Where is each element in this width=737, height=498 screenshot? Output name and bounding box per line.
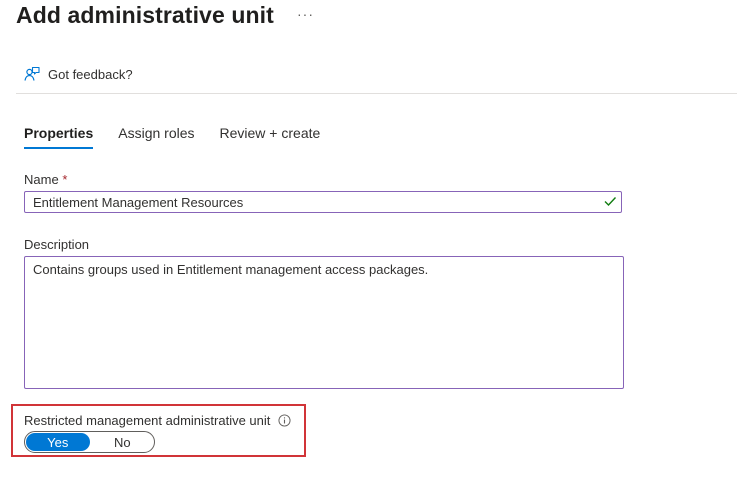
toggle-no-option[interactable]: No xyxy=(91,432,155,452)
restricted-management-toggle[interactable]: Yes No xyxy=(24,431,155,453)
toggle-yes-option[interactable]: Yes xyxy=(26,433,90,451)
description-value: Contains groups used in Entitlement mana… xyxy=(33,262,429,277)
required-mark: * xyxy=(62,172,68,187)
restricted-management-label: Restricted management administrative uni… xyxy=(24,413,291,428)
tab-bar: Properties Assign roles Review + create xyxy=(24,125,345,149)
info-icon[interactable] xyxy=(278,414,291,427)
page-title: Add administrative unit xyxy=(16,2,274,28)
tab-review-create[interactable]: Review + create xyxy=(220,125,321,149)
feedback-button[interactable]: Got feedback? xyxy=(24,66,133,82)
more-options-icon[interactable]: ··· xyxy=(297,6,314,22)
tab-assign-roles[interactable]: Assign roles xyxy=(118,125,194,149)
feedback-person-icon xyxy=(24,66,40,81)
name-input[interactable]: Entitlement Management Resources xyxy=(24,191,622,213)
description-textarea[interactable]: Contains groups used in Entitlement mana… xyxy=(24,256,624,389)
description-label: Description xyxy=(24,237,90,252)
name-input-value: Entitlement Management Resources xyxy=(33,195,244,210)
restricted-label-text: Restricted management administrative uni… xyxy=(24,413,271,428)
name-label: Name * xyxy=(24,172,67,187)
name-label-text: Name xyxy=(24,172,59,187)
divider xyxy=(16,93,737,94)
feedback-label: Got feedback? xyxy=(48,66,133,82)
tab-properties[interactable]: Properties xyxy=(24,125,94,149)
checkmark-icon xyxy=(604,197,617,207)
